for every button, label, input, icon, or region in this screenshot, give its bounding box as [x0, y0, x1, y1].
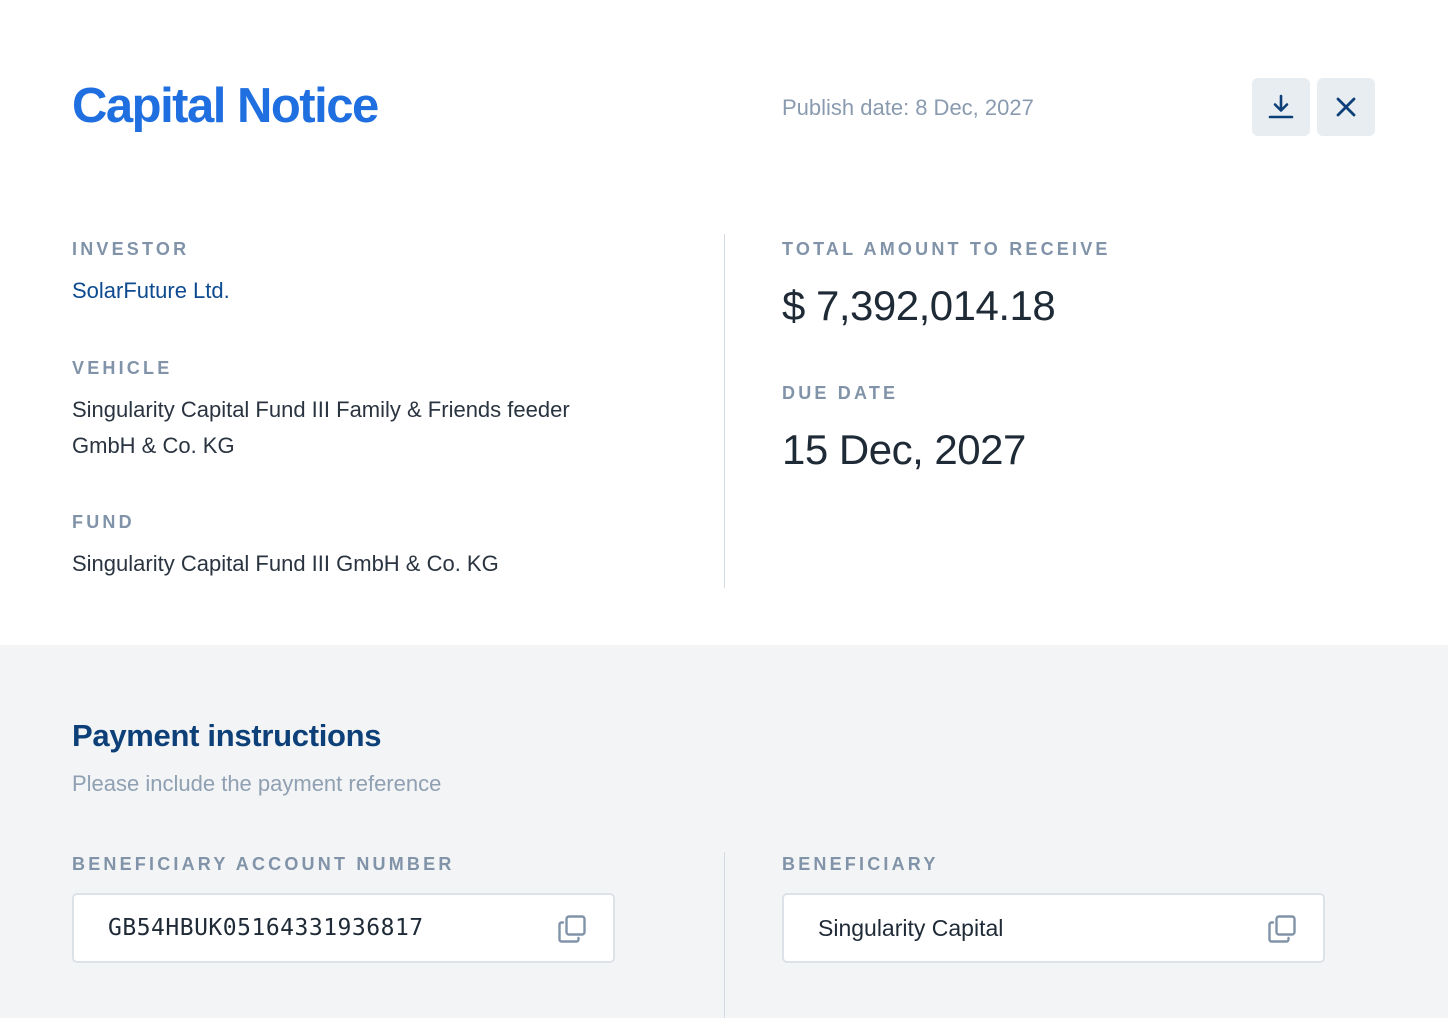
due-date-label: DUE DATE	[782, 383, 899, 403]
beneficiary-value[interactable]: Singularity Capital	[818, 895, 1003, 961]
copy-icon	[558, 915, 586, 943]
close-button[interactable]	[1317, 78, 1375, 136]
publish-date-value: 8 Dec, 2027	[915, 95, 1034, 120]
close-icon	[1336, 97, 1356, 117]
download-icon	[1268, 94, 1294, 119]
total-amount-label: TOTAL AMOUNT TO RECEIVE	[782, 239, 1111, 259]
copy-icon	[1268, 915, 1296, 943]
investor-label: INVESTOR	[72, 239, 190, 259]
account-number-field: GB54HBUK05164331936817	[72, 893, 615, 963]
copy-account-number-button[interactable]	[557, 914, 587, 944]
payment-instructions-subtitle: Please include the payment reference	[72, 771, 442, 796]
due-date-value: 15 Dec, 2027	[782, 426, 1026, 473]
account-number-value[interactable]: GB54HBUK05164331936817	[108, 895, 424, 961]
fund-value: Singularity Capital Fund III GmbH & Co. …	[72, 551, 499, 576]
copy-beneficiary-button[interactable]	[1267, 914, 1297, 944]
capital-notice-page: Capital Notice Publish date: 8 Dec, 2027 …	[0, 0, 1448, 1018]
investor-link[interactable]: SolarFuture Ltd.	[72, 273, 230, 309]
total-amount-value: $ 7,392,014.18	[782, 282, 1056, 329]
beneficiary-field: Singularity Capital	[782, 893, 1325, 963]
column-divider	[724, 234, 725, 588]
payment-instructions-title: Payment instructions	[72, 718, 382, 753]
fund-label: FUND	[72, 512, 135, 532]
page-title: Capital Notice	[72, 79, 379, 133]
publish-date: Publish date: 8 Dec, 2027	[782, 94, 1034, 122]
beneficiary-label: BENEFICIARY	[782, 854, 939, 874]
download-button[interactable]	[1252, 78, 1310, 136]
publish-date-label: Publish date:	[782, 95, 910, 120]
vehicle-label: VEHICLE	[72, 358, 173, 378]
payment-column-divider	[724, 852, 725, 1018]
account-number-label: BENEFICIARY ACCOUNT NUMBER	[72, 854, 455, 874]
vehicle-value: Singularity Capital Fund III Family & Fr…	[72, 397, 570, 458]
